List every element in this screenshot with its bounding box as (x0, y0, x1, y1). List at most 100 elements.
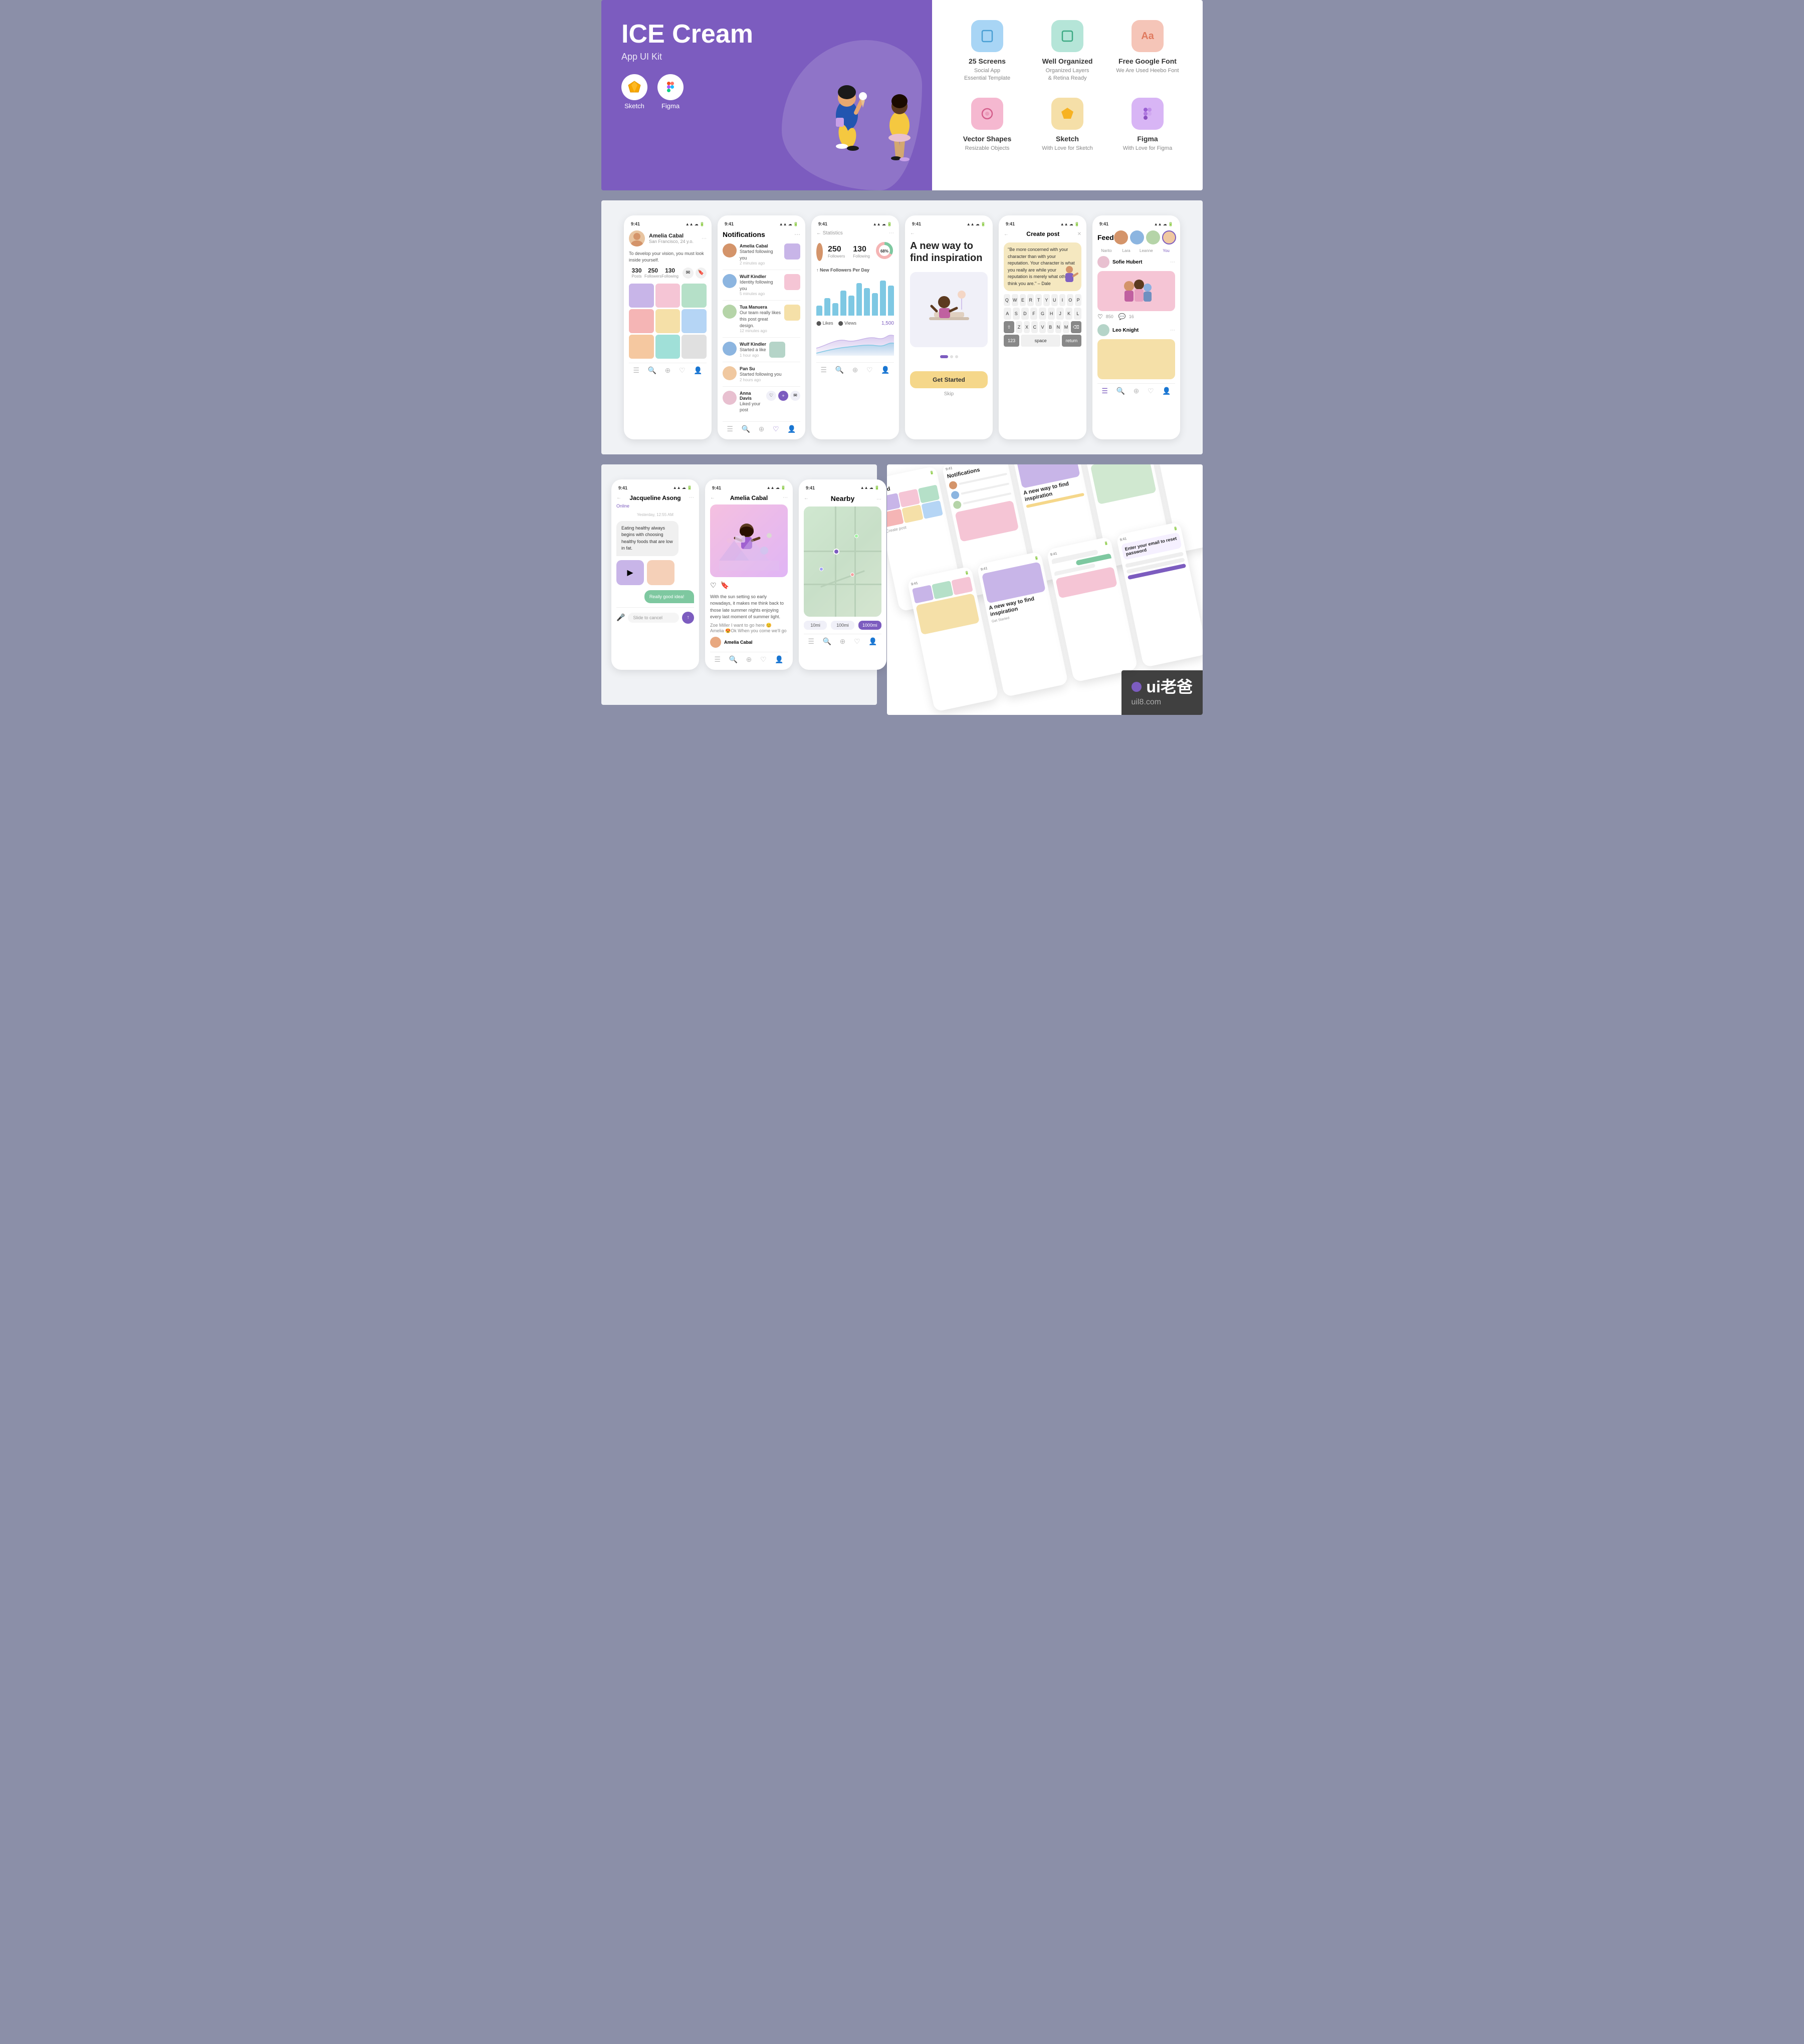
key-c[interactable]: C (1031, 321, 1038, 333)
figma-tool[interactable]: Figma (657, 74, 684, 110)
nav-plus-3[interactable]: ⊕ (852, 366, 858, 374)
map-location-pin[interactable] (833, 549, 839, 555)
key-s[interactable]: S (1013, 308, 1020, 320)
key-z[interactable]: Z (1016, 321, 1022, 333)
chat-input-field[interactable]: Slide to cancel (628, 613, 679, 623)
nearby-options[interactable]: … (876, 495, 881, 501)
key-u[interactable]: U (1051, 294, 1058, 306)
back-arrow-story[interactable]: ← (710, 495, 715, 500)
nav-heart-3[interactable]: ♡ (866, 366, 873, 374)
distance-100mi[interactable]: 100mi (831, 621, 854, 630)
key-p[interactable]: P (1075, 294, 1081, 306)
nav-search-n[interactable]: 🔍 (823, 637, 831, 646)
story-avatar-4[interactable] (1162, 230, 1176, 244)
microphone-icon[interactable]: 🎤 (616, 613, 625, 622)
notif-more-icon[interactable]: ⋯ (794, 231, 800, 238)
story-avatar-1[interactable] (1114, 230, 1128, 244)
message-action[interactable]: ✉ (790, 391, 800, 401)
distance-10mi[interactable]: 10mi (804, 621, 827, 630)
sketch-tool[interactable]: Sketch (621, 74, 647, 110)
nav-menu-3[interactable]: ☰ (820, 366, 827, 374)
nav-heart-s[interactable]: ♡ (760, 655, 767, 664)
key-space[interactable]: space (1021, 335, 1060, 347)
key-e[interactable]: E (1020, 294, 1026, 306)
nav-plus-n[interactable]: ⊕ (840, 637, 846, 646)
key-t[interactable]: T (1035, 294, 1042, 306)
key-g[interactable]: G (1039, 308, 1046, 320)
nav-plus-6[interactable]: ⊕ (1134, 387, 1140, 395)
key-h[interactable]: H (1048, 308, 1055, 320)
nav-heart-2[interactable]: ♡ (773, 425, 779, 433)
nav-plus[interactable]: ⊕ (665, 366, 671, 375)
stats-options[interactable]: ⋯ (889, 230, 894, 236)
story-avatar-2[interactable] (1130, 230, 1144, 244)
notif-item-5[interactable]: Pan Su Started following you 2 hours ago (723, 366, 800, 387)
story-more[interactable]: ⋯ (783, 495, 788, 500)
heart-icon[interactable]: ♡ (1097, 313, 1103, 320)
close-create[interactable]: ✕ (1077, 231, 1081, 237)
key-v[interactable]: V (1039, 321, 1046, 333)
nav-heart[interactable]: ♡ (679, 366, 686, 375)
nav-plus-s[interactable]: ⊕ (746, 655, 752, 664)
key-i[interactable]: I (1059, 294, 1066, 306)
nav-heart-n[interactable]: ♡ (854, 637, 860, 646)
key-return[interactable]: return (1062, 335, 1081, 347)
nav-menu-s[interactable]: ☰ (714, 655, 721, 664)
key-b[interactable]: B (1047, 321, 1054, 333)
key-m[interactable]: M (1063, 321, 1069, 333)
key-a[interactable]: A (1004, 308, 1011, 320)
nav-profile-s[interactable]: 👤 (775, 655, 783, 664)
send-button[interactable]: ↑ (682, 612, 694, 624)
post2-more[interactable]: ⋯ (1170, 328, 1175, 333)
nav-search[interactable]: 🔍 (648, 366, 656, 375)
nav-search-s[interactable]: 🔍 (729, 655, 738, 664)
nav-profile-n[interactable]: 👤 (868, 637, 877, 646)
key-k[interactable]: K (1065, 308, 1073, 320)
key-f[interactable]: F (1030, 308, 1038, 320)
nav-menu-n[interactable]: ☰ (808, 637, 814, 646)
nav-search-6[interactable]: 🔍 (1116, 387, 1125, 395)
play-icon[interactable]: ▶ (627, 568, 633, 578)
key-y[interactable]: Y (1043, 294, 1050, 306)
nav-menu-6[interactable]: ☰ (1101, 387, 1108, 395)
notif-item-2[interactable]: Wulf Kindler Identity following you 5 mi… (723, 274, 800, 301)
nav-plus-2[interactable]: ⊕ (759, 425, 765, 433)
back-arrow-create[interactable]: ← (1004, 231, 1009, 237)
nav-heart-6[interactable]: ♡ (1148, 387, 1154, 395)
nav-profile[interactable]: 👤 (694, 366, 702, 375)
post1-more[interactable]: ⋯ (1170, 260, 1175, 265)
key-l[interactable]: L (1074, 308, 1081, 320)
nav-profile-2[interactable]: 👤 (787, 425, 796, 433)
nav-search-2[interactable]: 🔍 (742, 425, 750, 433)
key-o[interactable]: O (1067, 294, 1073, 306)
key-j[interactable]: J (1056, 308, 1064, 320)
key-d[interactable]: D (1021, 308, 1029, 320)
back-arrow-chat[interactable]: ← (616, 495, 621, 500)
nav-menu-2[interactable]: ☰ (727, 425, 733, 433)
bookmark-icon[interactable]: 🔖 (696, 268, 707, 279)
key-q[interactable]: Q (1004, 294, 1010, 306)
notif-item-1[interactable]: Amelia Cabal Started following you 2 min… (723, 243, 800, 270)
notif-item-4[interactable]: Wulf Kindler Started a like 1 hour ago (723, 342, 800, 362)
like-action[interactable]: ♡ (766, 391, 776, 401)
skip-button[interactable]: Skip (910, 391, 988, 397)
nav-search-3[interactable]: 🔍 (835, 366, 844, 374)
comment-icon[interactable]: 💬 (1118, 313, 1126, 320)
key-123[interactable]: 123 (1004, 335, 1019, 347)
nav-profile-6[interactable]: 👤 (1162, 387, 1171, 395)
key-w[interactable]: W (1012, 294, 1018, 306)
nav-menu[interactable]: ☰ (633, 366, 639, 375)
distance-1000mi[interactable]: 1000mi (858, 621, 881, 630)
back-arrow-nearby[interactable]: ← (804, 495, 809, 501)
follow-action[interactable]: + (778, 391, 788, 401)
story-avatar-3[interactable] (1146, 230, 1160, 244)
key-x[interactable]: X (1024, 321, 1030, 333)
key-r[interactable]: R (1027, 294, 1034, 306)
get-started-button[interactable]: Get Started (910, 371, 988, 388)
notif-item-6[interactable]: Anna Davis Liked your post ♡ + ✉ (723, 391, 800, 417)
notif-item-3[interactable]: Tua Manuera Our team really likes this p… (723, 305, 800, 338)
back-arrow-stats[interactable]: ← Statistics (816, 230, 843, 236)
chat-more[interactable]: ⋯ (689, 495, 694, 500)
message-icon[interactable]: ✉ (683, 268, 694, 279)
story-like-icon[interactable]: ♡ (710, 581, 717, 590)
